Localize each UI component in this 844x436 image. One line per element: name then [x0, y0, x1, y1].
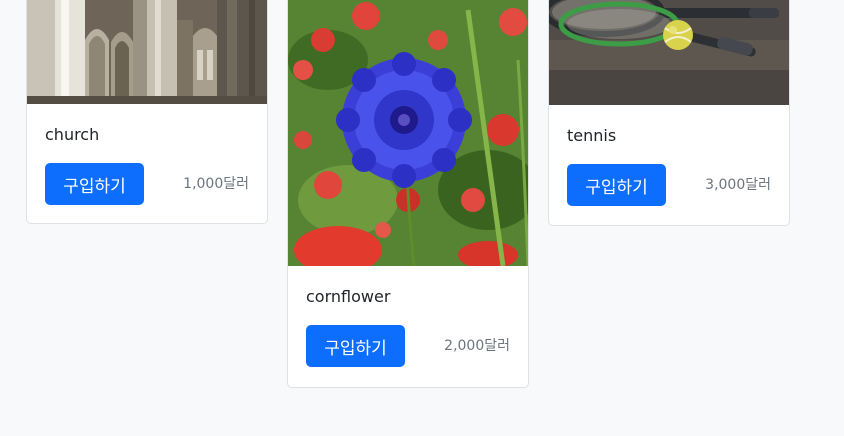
card-body: tennis 구입하기 3,000달러	[549, 105, 789, 206]
product-card-cornflower: cornflower 구입하기 2,000달러	[287, 0, 529, 388]
product-price: 1,000달러	[183, 176, 249, 192]
buy-button[interactable]: 구입하기	[306, 325, 405, 367]
tennis-image	[549, 0, 789, 105]
church-image	[27, 0, 267, 104]
card-actions: 구입하기 3,000달러	[567, 164, 771, 206]
product-card-church: church 구입하기 1,000달러	[26, 0, 268, 224]
buy-button[interactable]: 구입하기	[45, 163, 144, 205]
card-actions: 구입하기 1,000달러	[45, 163, 249, 205]
card-body: church 구입하기 1,000달러	[27, 104, 267, 205]
product-title: church	[45, 125, 100, 144]
card-body: cornflower 구입하기 2,000달러	[288, 266, 528, 367]
buy-button[interactable]: 구입하기	[567, 164, 666, 206]
product-price: 3,000달러	[705, 177, 771, 193]
cornflower-image	[288, 0, 528, 266]
product-title: tennis	[567, 126, 617, 145]
product-price: 2,000달러	[444, 338, 510, 354]
product-card-tennis: tennis 구입하기 3,000달러	[548, 0, 790, 226]
card-actions: 구입하기 2,000달러	[306, 325, 510, 367]
product-title: cornflower	[306, 287, 391, 306]
